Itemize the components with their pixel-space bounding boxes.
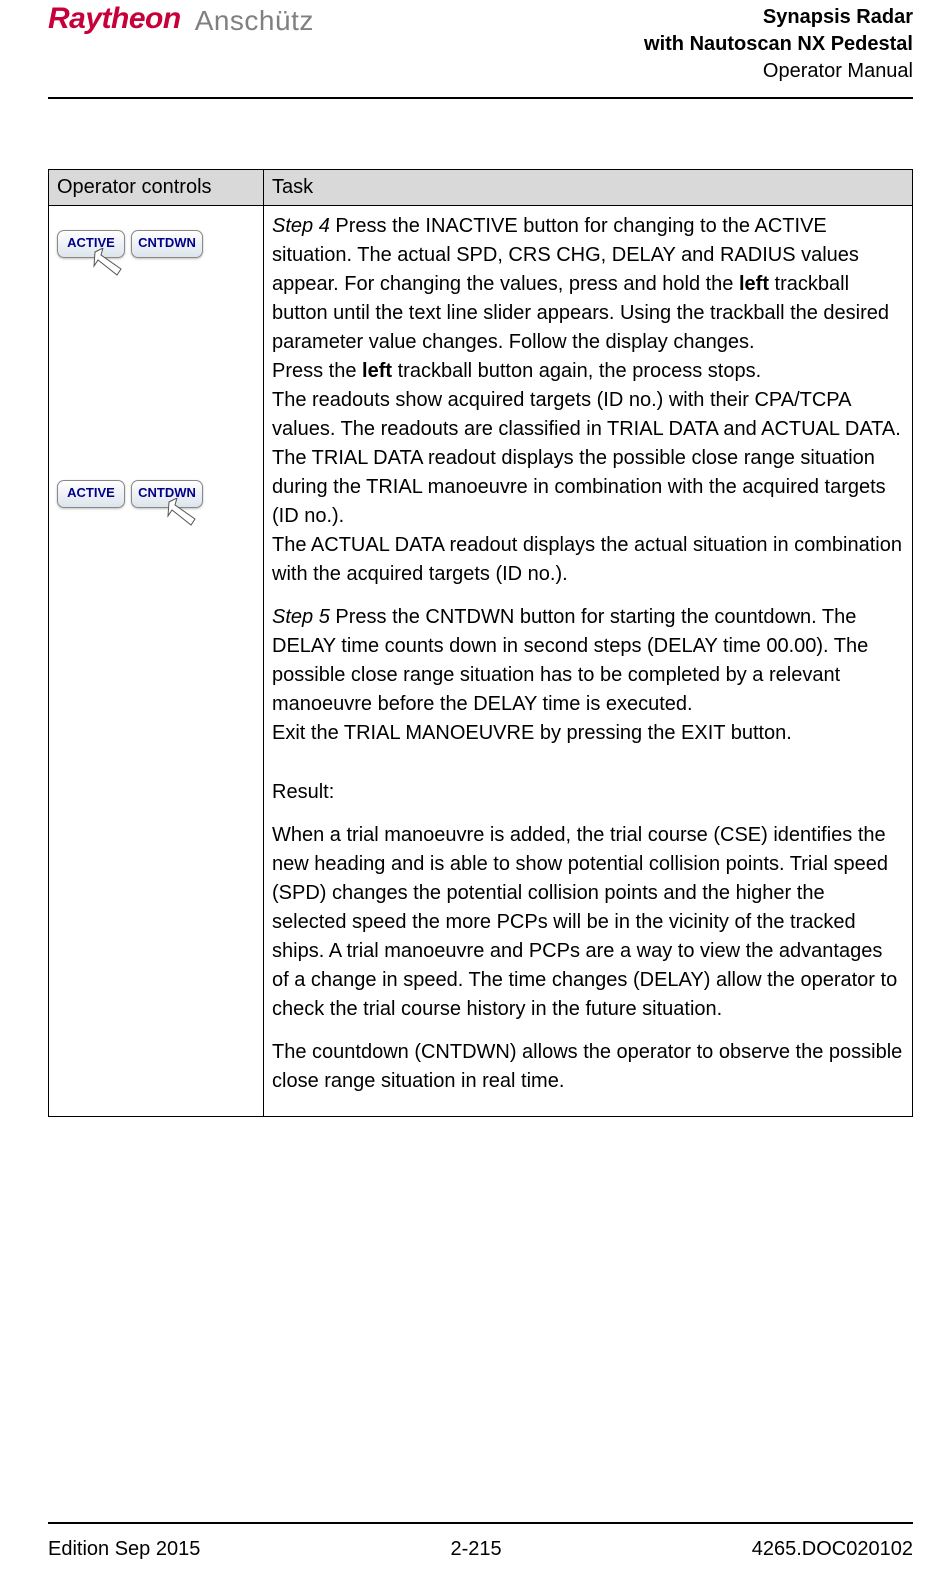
- step-4-para-2: Press the left trackball button again, t…: [272, 357, 904, 386]
- active-button: ACTIVE: [57, 480, 125, 508]
- cntdwn-button: CNTDWN: [131, 230, 203, 258]
- footer-page-number: 2-215: [450, 1538, 501, 1561]
- step-5-para-1: Step 5 Press the CNTDWN button for start…: [272, 603, 904, 719]
- step-4-para-5: The ACTUAL DATA readout displays the act…: [272, 531, 904, 589]
- result-para-2: The countdown (CNTDWN) allows the operat…: [272, 1038, 904, 1096]
- step-5-label: Step 5: [272, 606, 330, 628]
- control-illustration-1: ACTIVE CNTDWN: [57, 230, 255, 280]
- cursor-arrow-icon: [91, 248, 123, 278]
- cursor-arrow-icon: [165, 498, 197, 528]
- footer-edition: Edition Sep 2015: [48, 1538, 200, 1561]
- page-footer: Edition Sep 2015 2-215 4265.DOC020102: [48, 1522, 913, 1561]
- content: Operator controls Task ACTIVE CNTDWN: [48, 169, 913, 1117]
- title-line-1: Synapsis Radar: [644, 4, 913, 31]
- result-label: Result:: [272, 778, 904, 807]
- logo-group: Raytheon Anschütz: [48, 4, 314, 38]
- title-line-3: Operator Manual: [644, 58, 913, 85]
- result-para-1: When a trial manoeuvre is added, the tri…: [272, 821, 904, 1024]
- task-cell: Step 4 Press the INACTIVE button for cha…: [264, 206, 913, 1117]
- step-4-para-3: The readouts show acquired targets (ID n…: [272, 386, 904, 444]
- anschutz-logo: Anschütz: [195, 5, 314, 37]
- page-header: Raytheon Anschütz Synapsis Radar with Na…: [48, 0, 913, 99]
- title-line-2: with Nautoscan NX Pedestal: [644, 31, 913, 58]
- control-illustration-2: ACTIVE CNTDWN: [57, 480, 255, 530]
- step-4-para-1: Step 4 Press the INACTIVE button for cha…: [272, 212, 904, 357]
- step-5-para-2: Exit the TRIAL MANOEUVRE by pressing the…: [272, 719, 904, 748]
- col-header-controls: Operator controls: [49, 170, 264, 206]
- doc-title: Synapsis Radar with Nautoscan NX Pedesta…: [644, 4, 913, 85]
- footer-doc-id: 4265.DOC020102: [752, 1538, 913, 1561]
- col-header-task: Task: [264, 170, 913, 206]
- step-4-label: Step 4: [272, 215, 330, 237]
- controls-cell: ACTIVE CNTDWN ACTIVE CNTDWN: [49, 206, 264, 1117]
- raytheon-logo: Raytheon: [48, 2, 181, 36]
- procedure-table: Operator controls Task ACTIVE CNTDWN: [48, 169, 913, 1117]
- step-4-para-4: The TRIAL DATA readout displays the poss…: [272, 444, 904, 531]
